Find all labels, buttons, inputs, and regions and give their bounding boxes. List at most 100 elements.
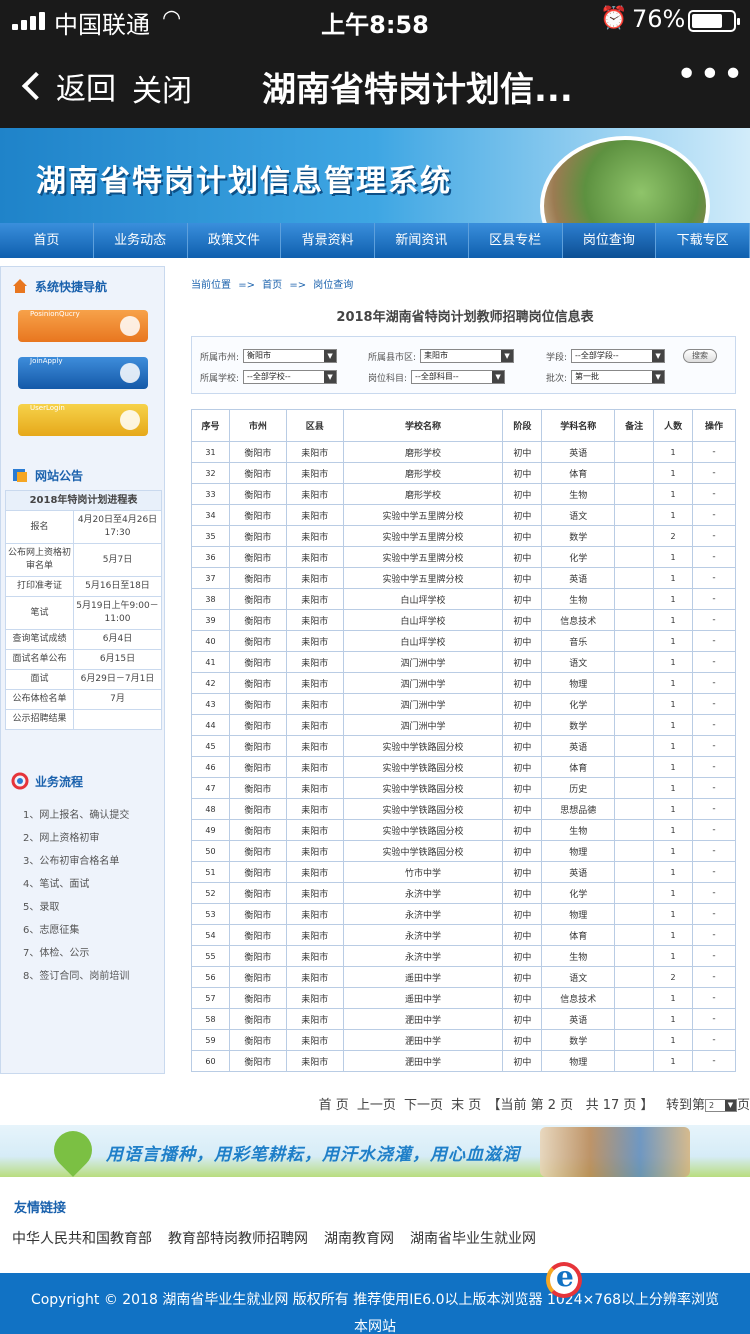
table-cell: 40 xyxy=(191,630,230,652)
table-cell[interactable]: - xyxy=(692,693,736,715)
table-cell: 衡阳市 xyxy=(228,525,287,547)
position-query-button[interactable]: 岗位查询 PosinionQucry xyxy=(18,310,246,595)
table-cell[interactable]: - xyxy=(692,588,736,610)
table-cell: 衡阳市 xyxy=(228,567,287,589)
table-cell xyxy=(614,651,655,673)
table-cell[interactable]: - xyxy=(692,840,736,862)
table-cell: 衡阳市 xyxy=(228,798,287,820)
table-cell[interactable]: - xyxy=(692,462,736,484)
table-cell xyxy=(614,609,655,631)
flow-step: 6、志愿征集 xyxy=(23,925,80,936)
table-cell: 32 xyxy=(191,462,230,484)
table-cell xyxy=(614,546,655,568)
table-cell[interactable]: - xyxy=(692,1008,736,1030)
table-cell: 耒阳市 xyxy=(285,987,344,1009)
menu-item[interactable]: 背景资料 xyxy=(281,223,375,258)
table-cell: 初中 xyxy=(502,651,543,673)
table-cell: 思想品德 xyxy=(541,798,616,820)
batch-select[interactable]: 第一批 xyxy=(571,370,666,384)
join-apply-button[interactable]: 我要报名 JoinApply xyxy=(18,357,246,642)
next-page-link[interactable]: 下一页 xyxy=(404,1098,443,1113)
table-cell: 54 xyxy=(191,924,230,946)
footer: Copyright © 2018 湖南省毕业生就业网 版权所有 推荐使用IE6.… xyxy=(0,1273,750,1334)
table-cell[interactable]: - xyxy=(692,651,736,673)
menu-item[interactable]: 下载专区 xyxy=(656,223,750,258)
table-cell: 淝田中学 xyxy=(342,1029,504,1051)
table-cell[interactable]: - xyxy=(692,630,736,652)
search-button[interactable]: 搜索 xyxy=(683,349,718,363)
table-cell[interactable]: - xyxy=(692,546,736,568)
menu-item[interactable]: 新闻资讯 xyxy=(375,223,469,258)
table-cell[interactable]: - xyxy=(692,441,736,463)
friend-link[interactable]: 教育部特岗教师招聘网 xyxy=(168,1228,308,1248)
table-cell[interactable]: - xyxy=(692,672,736,694)
table-cell[interactable]: - xyxy=(692,525,736,547)
table-cell[interactable]: - xyxy=(692,1029,736,1051)
table-cell[interactable]: - xyxy=(692,987,736,1009)
menu-item[interactable]: 岗位查询 xyxy=(562,223,657,258)
table-cell[interactable]: - xyxy=(692,483,736,505)
friend-link[interactable]: 中华人民共和国教育部 xyxy=(12,1228,152,1248)
table-cell[interactable]: - xyxy=(692,735,736,757)
goto-page-select[interactable]: 2 xyxy=(704,1099,737,1112)
subject-select[interactable]: --全部科目-- xyxy=(411,370,506,384)
menu-item[interactable]: 业务动态 xyxy=(93,223,188,258)
county-select[interactable]: 耒阳市 xyxy=(420,349,515,363)
table-row: 39 衡阳市 耒阳市 白山坪学校 初中 信息技术 1- xyxy=(191,609,736,631)
table-cell[interactable]: - xyxy=(692,861,736,883)
table-cell[interactable]: - xyxy=(692,903,736,925)
status-bar: 中国联通 ◠ 上午8:58 ⏰ 76% xyxy=(0,0,750,40)
friend-link[interactable]: 湖南省毕业生就业网 xyxy=(410,1228,536,1248)
table-cell[interactable]: - xyxy=(692,567,736,589)
close-button[interactable]: 关闭 xyxy=(132,66,192,110)
more-icon[interactable]: ••• xyxy=(676,54,746,95)
table-cell: 1 xyxy=(653,714,694,736)
table-cell: 耒阳市 xyxy=(285,441,344,463)
table-cell[interactable]: - xyxy=(692,882,736,904)
table-cell[interactable]: - xyxy=(692,1050,736,1072)
table-cell: 1 xyxy=(653,819,694,841)
menu-item[interactable]: 政策文件 xyxy=(187,223,282,258)
crumb-position-query[interactable]: 岗位查询 xyxy=(313,280,353,291)
column-header: 人数 xyxy=(653,409,694,442)
back-button[interactable]: 返回 xyxy=(18,64,116,108)
table-row: 46 衡阳市 耒阳市 实验中学铁路园分校 初中 体育 1- xyxy=(191,756,736,778)
last-page-link[interactable]: 末 页 xyxy=(451,1098,481,1113)
table-cell[interactable]: - xyxy=(692,756,736,778)
city-select[interactable]: 衡阳市 xyxy=(243,349,338,363)
table-cell[interactable]: - xyxy=(692,924,736,946)
table-cell: 41 xyxy=(191,651,230,673)
table-cell[interactable]: - xyxy=(692,777,736,799)
table-cell: 1 xyxy=(653,672,694,694)
table-cell: 1 xyxy=(653,1029,694,1051)
table-cell: 35 xyxy=(191,525,230,547)
friend-link[interactable]: 湖南教育网 xyxy=(324,1228,394,1248)
links-title: 友情链接 xyxy=(14,1201,67,1216)
table-cell: 1 xyxy=(653,504,694,526)
table-cell: 生物 xyxy=(541,483,616,505)
table-cell[interactable]: - xyxy=(692,504,736,526)
stage-select[interactable]: --全部学段-- xyxy=(571,349,666,363)
crumb-home[interactable]: 首页 xyxy=(262,280,282,291)
stage-label: 学段: xyxy=(546,352,568,363)
table-cell: 衡阳市 xyxy=(228,441,287,463)
prev-page-link[interactable]: 上一页 xyxy=(357,1098,396,1113)
table-cell[interactable]: - xyxy=(692,609,736,631)
menu-item[interactable]: 首页 xyxy=(0,223,94,258)
table-cell[interactable]: - xyxy=(692,819,736,841)
menu-item[interactable]: 区县专栏 xyxy=(468,223,563,258)
schedule-row: 公布网上资格初审名单 5月7日 xyxy=(5,543,162,577)
pagination: 首 页 上一页 下一页 末 页 【当前 第 2 页 共 17 页 】 转到第2页 xyxy=(180,1094,750,1113)
first-page-link[interactable]: 首 页 xyxy=(319,1098,349,1113)
table-cell: 1 xyxy=(653,546,694,568)
table-cell: 实验中学铁路园分校 xyxy=(342,756,504,778)
table-cell[interactable]: - xyxy=(692,966,736,988)
table-cell[interactable]: - xyxy=(692,714,736,736)
schedule-date: 7月 xyxy=(73,689,162,710)
table-cell[interactable]: - xyxy=(692,798,736,820)
school-select[interactable]: --全部学校-- xyxy=(243,370,338,384)
table-cell: 1 xyxy=(653,840,694,862)
table-cell[interactable]: - xyxy=(692,945,736,967)
main-menu: 首页 业务动态 政策文件 背景资料 新闻资讯 区县专栏 岗位查询 下载专区 xyxy=(0,223,750,258)
user-login-button[interactable]: 用户登录 UserLogin xyxy=(18,404,246,689)
